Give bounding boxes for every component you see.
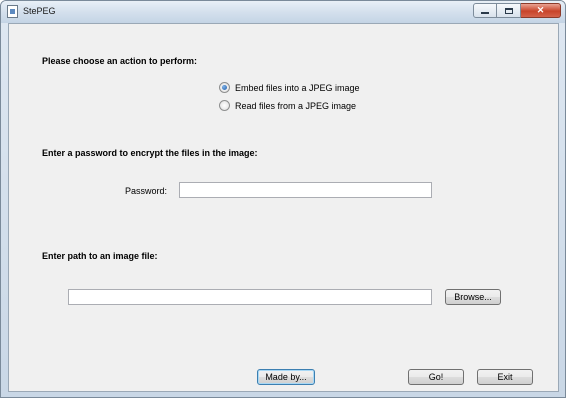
close-button[interactable]: ✕ [521,3,561,18]
action-heading: Please choose an action to perform: [42,56,198,66]
title-bar[interactable]: StePEG ✕ [1,1,565,23]
password-heading: Enter a password to encrypt the files in… [42,148,258,158]
made-by-button[interactable]: Made by... [257,369,315,385]
exit-button[interactable]: Exit [477,369,533,385]
go-button[interactable]: Go! [408,369,464,385]
image-path-heading: Enter path to an image file: [42,251,158,261]
maximize-button[interactable] [497,3,521,18]
radio-read[interactable]: Read files from a JPEG image [219,100,356,111]
password-input[interactable] [179,182,432,198]
radio-embed-label[interactable]: Embed files into a JPEG image [235,83,360,93]
radio-read-label[interactable]: Read files from a JPEG image [235,101,356,111]
app-icon[interactable] [7,5,18,18]
image-path-input[interactable] [68,289,432,305]
password-label: Password: [125,186,168,196]
minimize-button[interactable] [473,3,497,18]
close-icon: ✕ [536,5,545,15]
radio-embed-button[interactable] [219,82,230,93]
minimize-icon [481,12,489,14]
radio-read-button[interactable] [219,100,230,111]
window-controls: ✕ [473,3,561,18]
dialog-body: Please choose an action to perform: Embe… [8,23,559,392]
main-window: StePEG ✕ Please choose an action to perf… [0,0,566,398]
maximize-icon [504,7,513,14]
radio-embed[interactable]: Embed files into a JPEG image [219,82,360,93]
browse-button[interactable]: Browse... [445,289,501,305]
window-title: StePEG [23,6,56,16]
